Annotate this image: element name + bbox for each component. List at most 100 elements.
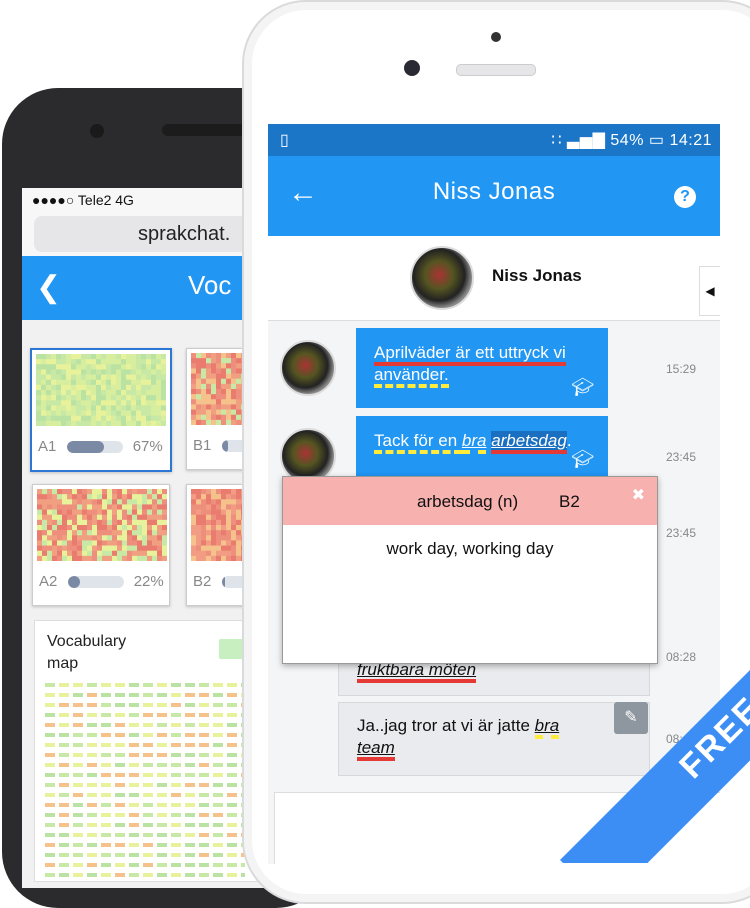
close-icon[interactable]: ✖ bbox=[632, 485, 645, 505]
level-card-a2[interactable]: A2 22% bbox=[32, 484, 170, 606]
map-cell bbox=[171, 823, 181, 827]
pencil-icon[interactable]: ✎ bbox=[614, 702, 648, 734]
heatmap-cell bbox=[52, 489, 58, 495]
heatmap-cell bbox=[196, 358, 202, 364]
word-link[interactable]: bra bbox=[534, 716, 560, 739]
heatmap-cell bbox=[71, 364, 77, 370]
heatmap-cell bbox=[216, 530, 222, 536]
heatmap-cell bbox=[126, 400, 132, 406]
map-cell bbox=[227, 873, 237, 877]
map-cell bbox=[157, 683, 167, 687]
avatar[interactable] bbox=[280, 340, 336, 396]
map-cell bbox=[73, 763, 83, 767]
heatmap-cell bbox=[61, 364, 67, 370]
heatmap-cell bbox=[226, 363, 232, 369]
heatmap-cell bbox=[71, 390, 77, 396]
heatmap-cell bbox=[191, 499, 197, 505]
heatmap-cell bbox=[112, 535, 118, 541]
map-cell bbox=[143, 853, 153, 857]
chevron-left-icon[interactable]: ❮ bbox=[36, 270, 61, 305]
heatmap-cell bbox=[76, 405, 82, 411]
word-link-active[interactable]: arbetsdag bbox=[491, 431, 567, 454]
heatmap-cell bbox=[72, 519, 78, 526]
heatmap-cell bbox=[161, 420, 166, 426]
map-cell bbox=[241, 863, 245, 867]
avatar[interactable] bbox=[410, 246, 474, 310]
popup-level: B2 bbox=[559, 492, 580, 511]
map-cell bbox=[171, 743, 181, 747]
map-cell bbox=[157, 853, 167, 857]
heatmap-cell bbox=[152, 525, 158, 531]
message-text[interactable]: Tack för en bbox=[374, 431, 462, 454]
map-cell bbox=[227, 713, 237, 717]
heatmap-cell bbox=[126, 354, 132, 360]
heatmap-cell bbox=[77, 519, 83, 526]
heatmap-cell bbox=[146, 384, 152, 391]
map-cell bbox=[227, 773, 237, 777]
heatmap-cell bbox=[216, 368, 222, 374]
message-text[interactable]: Ja..jag tror at vi är jatte bbox=[357, 716, 535, 735]
level-card-a1[interactable]: A1 67% bbox=[30, 348, 172, 472]
heatmap-cell bbox=[51, 364, 57, 370]
heatmap-grid bbox=[37, 489, 167, 561]
heatmap-cell bbox=[147, 525, 153, 531]
heatmap-cell bbox=[72, 545, 78, 552]
heatmap-cell bbox=[216, 373, 222, 380]
word-link[interactable]: team bbox=[357, 738, 395, 761]
heatmap-cell bbox=[86, 400, 92, 406]
heatmap-cell bbox=[91, 384, 97, 391]
message-bubble[interactable]: Ja..jag tror at vi är jatte bra team bbox=[338, 702, 650, 776]
heatmap-cell bbox=[56, 405, 62, 411]
heatmap-cell bbox=[216, 383, 222, 390]
heatmap-cell bbox=[201, 519, 207, 526]
map-cell bbox=[101, 693, 111, 697]
heatmap-cell bbox=[221, 358, 227, 364]
graduation-cap-icon[interactable]: 🎓︎ bbox=[571, 376, 594, 398]
heatmap-cell bbox=[141, 400, 147, 406]
word-popup[interactable]: arbetsdag (n) B2 ✖ work day, working day bbox=[282, 476, 658, 664]
map-cell bbox=[143, 693, 153, 697]
map-cell bbox=[143, 773, 153, 777]
heatmap-cell bbox=[71, 379, 77, 386]
heatmap-cell bbox=[191, 545, 197, 552]
heatmap-cell bbox=[72, 550, 78, 557]
heatmap-cell bbox=[206, 499, 212, 505]
heatmap-cell bbox=[61, 400, 67, 406]
heatmap-cell bbox=[137, 555, 143, 561]
heatmap-cell bbox=[131, 359, 137, 365]
heatmap-cell bbox=[86, 405, 92, 411]
heatmap-cell bbox=[96, 374, 102, 381]
map-cell bbox=[59, 863, 69, 867]
heatmap-cell bbox=[231, 404, 237, 410]
message-text[interactable]: Aprilväder är ett uttryck vi bbox=[374, 343, 566, 366]
map-cell bbox=[241, 873, 245, 877]
heatmap-cell bbox=[226, 525, 232, 531]
message-text[interactable]: använder. bbox=[374, 365, 449, 388]
heatmap-cell bbox=[146, 400, 152, 406]
heatmap-cell bbox=[156, 374, 162, 381]
heatmap-cell bbox=[57, 514, 63, 521]
heatmap-cell bbox=[37, 525, 43, 531]
message-input[interactable] bbox=[274, 792, 720, 864]
message-bubble[interactable]: Tack för en bra arbetsdag. 🎓︎ bbox=[356, 416, 608, 480]
heatmap-cell bbox=[196, 494, 202, 500]
map-cell bbox=[185, 863, 195, 867]
map-cell bbox=[157, 863, 167, 867]
heatmap-cell bbox=[47, 499, 53, 505]
message-bubble[interactable]: Aprilväder är ett uttryck vi använder. 🎓… bbox=[356, 328, 608, 408]
heatmap-cell bbox=[102, 525, 108, 531]
heatmap-cell bbox=[112, 509, 118, 516]
heatmap-cell bbox=[151, 395, 157, 401]
word-link[interactable]: bra bbox=[461, 431, 487, 454]
graduation-cap-icon[interactable]: 🎓︎ bbox=[571, 448, 594, 470]
map-cell bbox=[73, 723, 83, 727]
heatmap-cell bbox=[141, 374, 147, 381]
heatmap-cell bbox=[132, 550, 138, 557]
heatmap-cell bbox=[201, 409, 207, 416]
heatmap-cell bbox=[132, 499, 138, 505]
caret-left-icon[interactable]: ◀ bbox=[699, 266, 720, 316]
heatmap-cell bbox=[226, 358, 232, 364]
heatmap-cell bbox=[161, 359, 166, 365]
heatmap-cell bbox=[76, 400, 82, 406]
help-icon[interactable]: ? bbox=[674, 186, 696, 208]
